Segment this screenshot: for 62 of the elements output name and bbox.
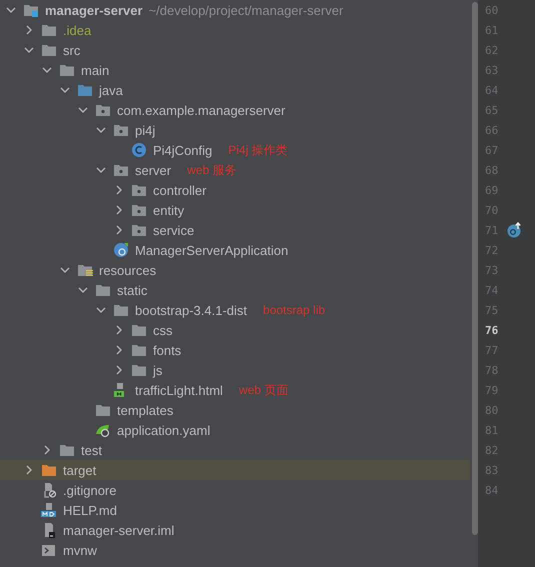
scrollbar-thumb[interactable] — [472, 2, 478, 535]
markdown-file-icon — [41, 502, 57, 518]
tree-item-label[interactable]: fonts — [153, 342, 182, 358]
folder-icon — [41, 23, 57, 37]
tree-item-label[interactable]: bootstrap-3.4.1-dist — [135, 302, 248, 318]
tree-item-label[interactable]: target — [63, 462, 96, 478]
package-icon — [113, 123, 129, 137]
folder-icon — [131, 363, 147, 377]
folder-icon — [59, 443, 75, 457]
tree-item-label[interactable]: .idea — [63, 22, 92, 38]
folder-icon — [41, 463, 57, 477]
selected-row[interactable]: target — [0, 460, 470, 480]
tree-item-label[interactable]: ManagerServerApplication — [135, 242, 288, 258]
annotation-text: Pi4j 操作类 — [228, 142, 288, 158]
folder-icon — [41, 43, 57, 57]
tree-item-label[interactable]: mvnw — [63, 542, 97, 558]
tree-item-label[interactable]: templates — [117, 402, 174, 418]
tree-item-label[interactable]: css — [153, 322, 172, 338]
application-icon — [113, 242, 129, 258]
module-name[interactable]: manager-server — [45, 2, 143, 18]
folder-icon — [77, 83, 93, 97]
folder-icon — [95, 403, 111, 417]
override-marker-icon[interactable] — [507, 222, 523, 238]
folder-icon — [131, 323, 147, 337]
tree-item-label[interactable]: HELP.md — [63, 502, 117, 518]
package-icon — [95, 103, 111, 117]
annotation-text: web 页面 — [238, 382, 288, 398]
tree-item-label[interactable]: test — [81, 442, 102, 458]
folder-icon — [59, 63, 75, 77]
tree-item-label[interactable]: java — [99, 82, 123, 98]
module-icon — [23, 3, 39, 17]
tree-item-label[interactable]: .gitignore — [63, 482, 116, 498]
module-path: ~/develop/project/manager-server — [148, 2, 344, 18]
package-icon — [131, 203, 147, 217]
tree-item-label[interactable]: Pi4jConfig — [153, 142, 212, 158]
tree-item-label[interactable]: application.yaml — [117, 422, 210, 438]
annotation-text: web 服务 — [187, 162, 236, 178]
tree-item-label[interactable]: resources — [99, 262, 156, 278]
config-file-icon — [95, 422, 111, 438]
tree-item-label[interactable]: service — [153, 222, 194, 238]
tree-item-label[interactable]: main — [81, 62, 110, 78]
class-icon — [131, 142, 147, 158]
annotation-text: bootsrap lib — [263, 303, 326, 317]
tree-item-label[interactable]: pi4j — [135, 122, 156, 138]
package-icon — [113, 163, 129, 177]
script-file-icon — [41, 542, 57, 558]
tree-item-label[interactable]: com.example.managerserver — [117, 102, 286, 118]
tree-item-label[interactable]: static — [117, 282, 148, 298]
package-icon — [131, 223, 147, 237]
tree-item-label[interactable]: controller — [153, 182, 206, 198]
tree-item-label[interactable]: trafficLight.html — [135, 382, 223, 398]
folder-icon — [113, 303, 129, 317]
tree-item-label[interactable]: src — [63, 42, 80, 58]
tree-item-label[interactable]: server — [135, 162, 172, 178]
tree-item-label[interactable]: entity — [153, 202, 184, 218]
folder-icon — [77, 263, 93, 277]
package-icon — [131, 183, 147, 197]
line-number: 76 — [485, 324, 500, 336]
tree-item-label[interactable]: manager-server.iml — [63, 522, 174, 538]
tree-item-label[interactable]: js — [153, 362, 162, 378]
folder-icon — [95, 283, 111, 297]
folder-icon — [131, 343, 147, 357]
